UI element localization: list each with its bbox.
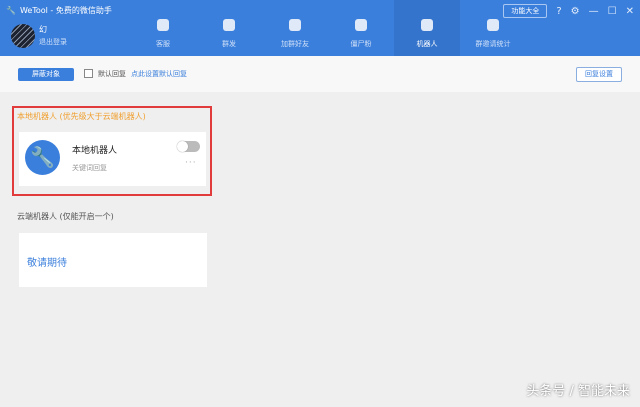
close-icon[interactable]: ✕ bbox=[626, 6, 634, 17]
maximize-icon[interactable]: ☐ bbox=[608, 6, 617, 17]
logout-link[interactable]: 退出登录 bbox=[39, 37, 67, 47]
local-robot-card[interactable]: 🔧 本地机器人 关键词回复 ··· bbox=[19, 132, 206, 186]
nav-label: 僵尸粉 bbox=[350, 40, 372, 48]
cloud-robot-card: 敬请期待 bbox=[19, 233, 207, 287]
card-subtitle: 关键词回复 bbox=[72, 164, 107, 172]
toolbar bbox=[0, 56, 640, 92]
window-title: WeTool - 免费的微信助手 bbox=[19, 6, 112, 15]
nav-label: 群邀请统计 bbox=[475, 40, 511, 48]
minimize-icon[interactable]: — bbox=[589, 6, 599, 17]
enable-toggle[interactable] bbox=[177, 141, 200, 152]
skull-icon bbox=[355, 19, 367, 31]
title-bar: 🔧 WeTool - 免费的微信助手 幻 退出登录 客服 群发 加群好友 僵尸粉 … bbox=[0, 0, 640, 56]
coming-soon-text: 敬请期待 bbox=[27, 258, 67, 269]
local-robot-section-label: 本地机器人 (优先级大于云端机器人) bbox=[17, 112, 146, 121]
paper-plane-icon bbox=[223, 19, 235, 31]
nav-customer-service[interactable]: 客服 bbox=[130, 0, 196, 56]
app-title: 🔧 WeTool - 免费的微信助手 bbox=[6, 5, 112, 16]
avatar[interactable] bbox=[11, 24, 35, 48]
cloud-robot-section-label: 云端机器人 (仅能开启一个) bbox=[17, 212, 114, 221]
nav-label: 群发 bbox=[222, 40, 236, 48]
nav-label: 机器人 bbox=[416, 40, 438, 48]
nav-label: 加群好友 bbox=[281, 40, 309, 48]
more-icon[interactable]: ··· bbox=[185, 158, 197, 168]
nav-mass-send[interactable]: 群发 bbox=[196, 0, 262, 56]
set-default-reply-link[interactable]: 点此设置默认回复 bbox=[131, 69, 187, 79]
main-nav: 客服 群发 加群好友 僵尸粉 机器人 群邀请统计 bbox=[130, 0, 526, 56]
reply-settings-button[interactable]: 回复设置 bbox=[576, 67, 622, 82]
gear-icon[interactable]: ⚙ bbox=[571, 6, 580, 17]
headset-icon bbox=[157, 19, 169, 31]
wrench-icon: 🔧 bbox=[25, 140, 60, 175]
chart-icon bbox=[487, 19, 499, 31]
help-icon[interactable]: ? bbox=[556, 6, 561, 17]
user-name: 幻 bbox=[39, 25, 47, 34]
nav-label: 客服 bbox=[156, 40, 170, 48]
wrench-icon: 🔧 bbox=[6, 6, 16, 15]
default-reply-checkbox[interactable] bbox=[84, 69, 93, 78]
add-user-icon bbox=[289, 19, 301, 31]
robot-icon bbox=[421, 19, 433, 31]
nav-add-friends[interactable]: 加群好友 bbox=[262, 0, 328, 56]
default-reply-label: 默认回复 bbox=[98, 70, 126, 78]
watermark: 头条号 / 智能未来 bbox=[526, 384, 630, 399]
nav-robot[interactable]: 机器人 bbox=[394, 0, 460, 56]
card-title: 本地机器人 bbox=[72, 146, 118, 156]
all-features-button[interactable]: 功能大全 bbox=[503, 4, 548, 18]
block-objects-button[interactable]: 屏蔽对象 bbox=[18, 68, 74, 81]
nav-zombie-fans[interactable]: 僵尸粉 bbox=[328, 0, 394, 56]
